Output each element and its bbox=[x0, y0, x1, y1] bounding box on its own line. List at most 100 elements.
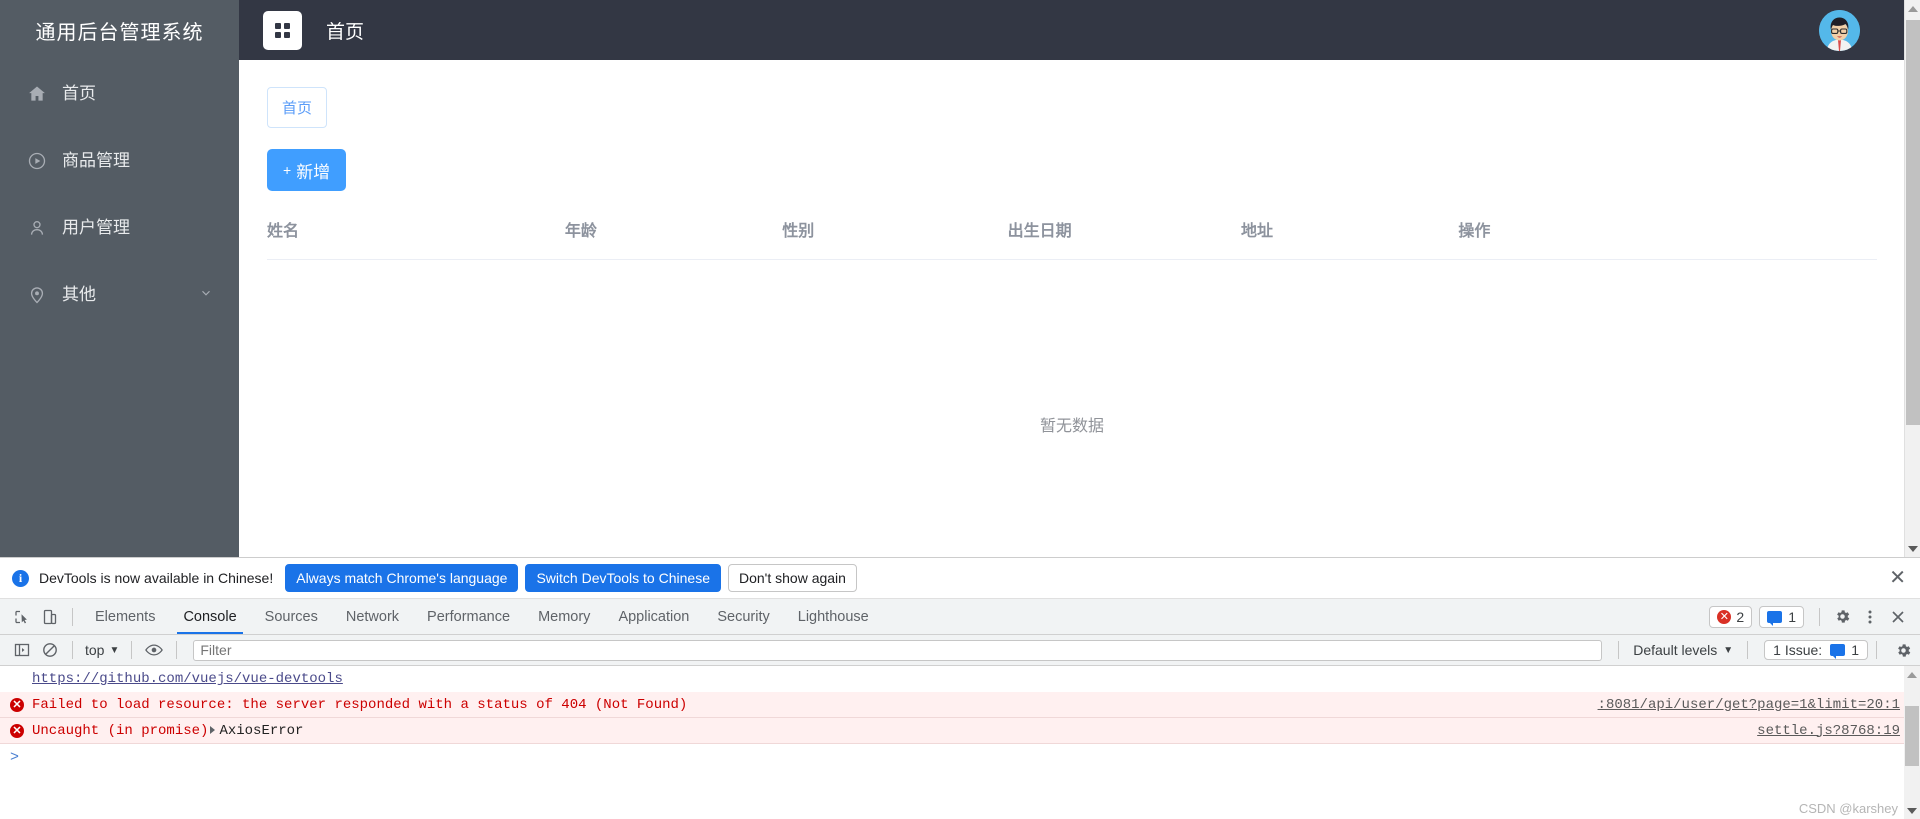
sidebar-item-home[interactable]: 首页 bbox=[0, 60, 239, 127]
table-header-cell: 姓名 bbox=[267, 209, 565, 260]
table-empty-text: 暂无数据 bbox=[1039, 418, 1104, 435]
toolbar-divider bbox=[1876, 641, 1877, 659]
toolbar-divider bbox=[72, 641, 73, 659]
page-scrollbar[interactable] bbox=[1904, 0, 1920, 557]
info-icon: i bbox=[12, 569, 29, 587]
error-icon: ✕ bbox=[10, 697, 24, 712]
issues-count: 1 bbox=[1851, 642, 1859, 658]
message-count: 1 bbox=[1788, 608, 1796, 625]
live-expression-icon[interactable] bbox=[140, 637, 168, 663]
sidebar-item-label: 首页 bbox=[62, 84, 96, 103]
scroll-up-arrow-icon[interactable] bbox=[1905, 0, 1920, 17]
sidebar-item-user-management[interactable]: 用户管理 bbox=[0, 194, 239, 261]
plus-icon: + bbox=[283, 162, 292, 178]
devtools-tabs: Elements Console Sources Network Perform… bbox=[81, 599, 883, 634]
console-settings-icon[interactable] bbox=[1895, 642, 1912, 659]
console-link[interactable]: https://github.com/vuejs/vue-devtools bbox=[32, 671, 343, 687]
scroll-up-arrow-icon[interactable] bbox=[1904, 666, 1920, 683]
clear-console-icon[interactable] bbox=[36, 637, 64, 663]
sidebar-item-product-management[interactable]: 商品管理 bbox=[0, 127, 239, 194]
scroll-down-arrow-icon[interactable] bbox=[1904, 802, 1920, 819]
error-icon: ✕ bbox=[1717, 609, 1732, 624]
main-content: 首页 + 新增 姓名 年龄 性别 出生日期 地址 操作 暂无数据 bbox=[239, 60, 1905, 557]
table-header-cell: 地址 bbox=[1241, 209, 1459, 260]
tab-network[interactable]: Network bbox=[332, 599, 413, 634]
grid-icon[interactable] bbox=[263, 10, 302, 50]
switch-to-chinese-button[interactable]: Switch DevTools to Chinese bbox=[525, 564, 721, 592]
watermark: CSDN @karshey bbox=[1798, 801, 1898, 816]
tab-sources[interactable]: Sources bbox=[251, 599, 332, 634]
page-scrollbar-thumb[interactable] bbox=[1906, 20, 1920, 425]
tab-elements[interactable]: Elements bbox=[81, 599, 169, 634]
console-message-link[interactable]: https://github.com/vuejs/vue-devtools bbox=[0, 666, 1920, 692]
toolbar-divider bbox=[1819, 607, 1820, 626]
console-source-link[interactable]: settle.js?8768:19 bbox=[1757, 723, 1900, 739]
devtools-tabbar: Elements Console Sources Network Perform… bbox=[0, 599, 1920, 635]
avatar-illustration bbox=[1819, 10, 1860, 51]
execution-context-selector[interactable]: top ▼ bbox=[81, 642, 123, 658]
console-scrollbar[interactable] bbox=[1904, 666, 1920, 819]
devtools-infobar: i DevTools is now available in Chinese! … bbox=[0, 558, 1920, 599]
dont-show-again-button[interactable]: Don't show again bbox=[727, 564, 857, 592]
tab-application[interactable]: Application bbox=[604, 599, 703, 634]
chevron-down-icon: ▼ bbox=[1723, 644, 1734, 656]
log-level-label: Default levels bbox=[1633, 642, 1718, 658]
message-icon bbox=[1830, 644, 1846, 659]
expand-triangle-icon[interactable] bbox=[210, 725, 216, 734]
table-header-cell: 操作 bbox=[1458, 209, 1877, 260]
toolbar-divider bbox=[131, 641, 133, 659]
browser-page-area: 通用后台管理系统 首页 商品管理 用户管理 其他 首页 首页 + 新增 姓名 年… bbox=[0, 0, 1920, 557]
breadcrumb[interactable]: 首页 bbox=[267, 87, 328, 128]
console-error-object[interactable]: AxiosError bbox=[219, 723, 303, 739]
top-header: 首页 bbox=[239, 0, 1905, 60]
issues-label: 1 Issue: bbox=[1773, 642, 1823, 658]
toolbar-divider bbox=[1618, 641, 1620, 659]
data-table: 姓名 年龄 性别 出生日期 地址 操作 bbox=[267, 209, 1877, 260]
log-level-selector[interactable]: Default levels ▼ bbox=[1627, 642, 1739, 658]
console-error-text: Failed to load resource: the server resp… bbox=[32, 696, 688, 713]
sidebar: 通用后台管理系统 首页 商品管理 用户管理 其他 bbox=[0, 0, 239, 557]
chevron-down-icon: ▼ bbox=[109, 644, 120, 656]
avatar[interactable] bbox=[1819, 10, 1860, 51]
tab-performance[interactable]: Performance bbox=[413, 599, 524, 634]
table-header-cell: 年龄 bbox=[564, 209, 783, 260]
toolbar-divider bbox=[176, 641, 178, 659]
console-sidebar-icon[interactable] bbox=[8, 637, 36, 663]
devtools-tabbar-right: ✕ 2 1 bbox=[1709, 599, 1912, 634]
close-icon[interactable] bbox=[1884, 604, 1912, 630]
message-count-badge[interactable]: 1 bbox=[1759, 605, 1804, 628]
table-header-row: 姓名 年龄 性别 出生日期 地址 操作 bbox=[267, 209, 1877, 260]
sidebar-item-other[interactable]: 其他 bbox=[0, 261, 239, 328]
grid-glyph bbox=[275, 22, 290, 38]
device-toolbar-icon[interactable] bbox=[36, 604, 64, 630]
console-prompt[interactable]: > bbox=[0, 744, 1920, 770]
inspect-element-icon[interactable] bbox=[8, 604, 36, 630]
console-scrollbar-thumb[interactable] bbox=[1905, 706, 1919, 766]
console-source-link[interactable]: :8081/api/user/get?page=1&limit=20:1 bbox=[1598, 697, 1900, 713]
more-vertical-icon[interactable] bbox=[1856, 604, 1884, 630]
prompt-chevron-icon: > bbox=[10, 748, 20, 766]
filter-input[interactable] bbox=[193, 639, 1603, 661]
error-icon: ✕ bbox=[10, 723, 24, 738]
console-message-error: ✕ Uncaught (in promise) AxiosError settle… bbox=[0, 718, 1920, 744]
devtools-panel: i DevTools is now available in Chinese! … bbox=[0, 557, 1920, 819]
issues-badge[interactable]: 1 Issue: 1 bbox=[1764, 640, 1868, 660]
gear-icon[interactable] bbox=[1828, 604, 1856, 630]
sidebar-item-label: 用户管理 bbox=[62, 218, 130, 237]
add-button[interactable]: + 新增 bbox=[267, 149, 347, 191]
console-message-list[interactable]: https://github.com/vuejs/vue-devtools ✕ … bbox=[0, 666, 1920, 819]
error-count-badge[interactable]: ✕ 2 bbox=[1709, 605, 1753, 628]
user-icon bbox=[24, 215, 50, 241]
close-icon[interactable]: ✕ bbox=[1889, 568, 1906, 588]
sidebar-item-label: 商品管理 bbox=[62, 151, 130, 170]
chevron-down-icon[interactable] bbox=[199, 285, 213, 305]
tab-lighthouse[interactable]: Lighthouse bbox=[784, 599, 883, 634]
tab-security[interactable]: Security bbox=[703, 599, 783, 634]
location-pin-icon bbox=[24, 282, 50, 308]
tab-console[interactable]: Console bbox=[169, 599, 250, 634]
scroll-down-arrow-icon[interactable] bbox=[1905, 540, 1920, 557]
tab-memory[interactable]: Memory bbox=[524, 599, 604, 634]
always-match-language-button[interactable]: Always match Chrome's language bbox=[285, 564, 519, 592]
console-toolbar: top ▼ Default levels ▼ 1 Issue: 1 bbox=[0, 635, 1920, 666]
infobar-message: DevTools is now available in Chinese! bbox=[39, 570, 274, 586]
